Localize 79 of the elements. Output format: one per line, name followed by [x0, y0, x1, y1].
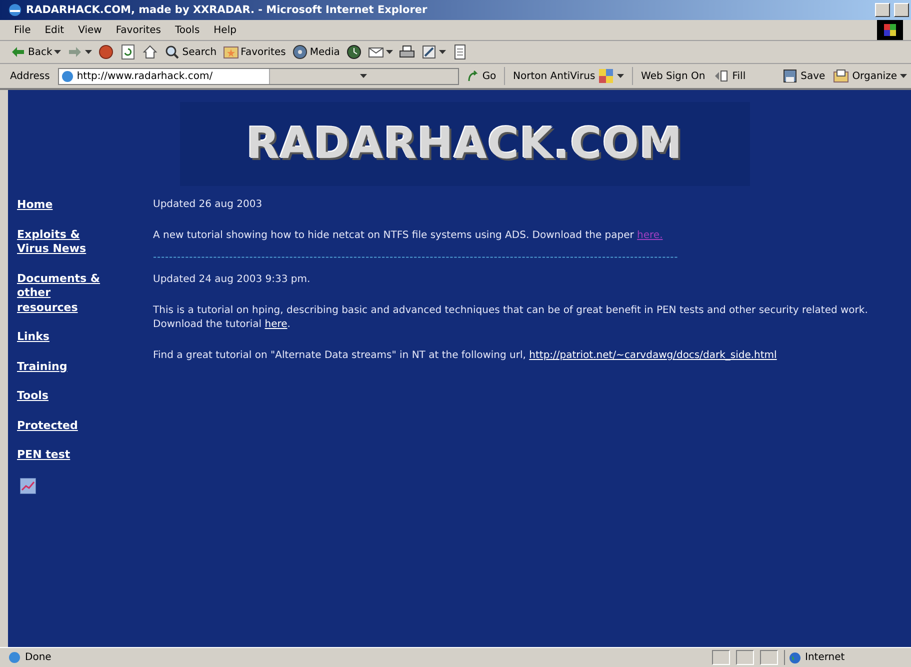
go-arrow-icon — [467, 70, 480, 82]
zone-label: Internet — [805, 652, 845, 663]
site-logo-text: RADARHACK.COM — [246, 119, 683, 169]
restore-button[interactable] — [894, 3, 909, 17]
chart-icon[interactable] — [20, 478, 36, 494]
favorites-button[interactable]: Favorites — [222, 44, 286, 60]
folder-icon — [833, 68, 850, 84]
page-icon — [60, 70, 74, 82]
status-pane — [760, 650, 778, 665]
nav-link[interactable]: Protected — [17, 418, 109, 433]
stop-button[interactable] — [98, 44, 114, 60]
star-folder-icon — [222, 44, 239, 60]
menu-item[interactable]: View — [78, 24, 102, 36]
nav-link[interactable]: Training — [17, 360, 109, 374]
window-title: RADARHACK.COM, made by XXRADAR. - Microsoft Internet Explorer — [26, 4, 428, 16]
caret-icon — [54, 50, 62, 54]
menu-item[interactable]: File — [14, 24, 31, 36]
menu-item[interactable]: Tools — [175, 24, 200, 36]
caret-icon — [360, 74, 368, 78]
page-icon — [8, 651, 21, 664]
floppy-icon — [782, 68, 798, 84]
refresh-icon — [120, 44, 136, 60]
dashed-divider: ----------------------------------------------------------------------------------------------------------------------------------- — [153, 254, 678, 262]
home-button[interactable] — [142, 44, 158, 60]
nav-link[interactable]: Documents & other resources — [17, 272, 109, 315]
organize-button[interactable]: Organize — [833, 68, 907, 84]
caret-icon — [617, 74, 624, 78]
stop-icon — [98, 44, 114, 60]
menu-item[interactable]: Help — [214, 24, 236, 36]
discuss-button[interactable] — [452, 44, 468, 60]
forward-button[interactable] — [67, 44, 92, 60]
caret-icon — [900, 74, 907, 78]
save-button[interactable]: Save — [782, 68, 826, 84]
windows-logo-icon — [877, 20, 903, 40]
caret-icon — [386, 50, 393, 54]
download-link[interactable]: http://patriot.net/~carvdawg/docs/dark_side.html — [529, 350, 777, 361]
news-paragraph: Find a great tutorial on "Alternate Data streams" in NT at the following url, http://patriot.net/~carvdawg/docs/dark_side.html — [153, 349, 778, 363]
norton-button[interactable]: Norton AntiVirus — [513, 68, 624, 84]
document-icon — [452, 44, 468, 60]
go-button[interactable]: Go — [467, 70, 496, 82]
update-date: Updated 26 aug 2003 — [153, 198, 264, 212]
news-paragraph: A new tutorial showing how to hide netcat on NTFS file systems using ADS. Download the paper here. — [153, 229, 664, 243]
history-button[interactable] — [346, 44, 362, 60]
print-button[interactable] — [398, 44, 415, 60]
shield-icon — [598, 68, 614, 84]
nav-link[interactable]: PEN test — [17, 448, 109, 462]
media-button[interactable]: Media — [292, 44, 340, 60]
update-date: Updated 24 aug 2003 9:33 pm. — [153, 273, 312, 287]
clock-icon — [346, 44, 362, 60]
menu-item[interactable]: Edit — [44, 24, 64, 36]
search-button[interactable]: Search — [164, 44, 217, 60]
nav-link[interactable]: Tools — [17, 389, 109, 404]
edit-icon — [420, 44, 437, 60]
nav-link[interactable]: Exploits & Virus News — [17, 228, 109, 256]
globe-icon — [789, 652, 801, 664]
caret-icon — [85, 50, 92, 54]
search-icon — [164, 44, 180, 60]
caret-icon — [438, 50, 446, 54]
address-field[interactable]: http://www.radarhack.com/ — [58, 68, 460, 84]
printer-icon — [398, 44, 415, 60]
status-pane — [712, 650, 730, 665]
address-label: Address — [10, 70, 50, 82]
fill-button[interactable]: Fill — [713, 68, 746, 84]
download-link[interactable]: here — [264, 319, 288, 330]
minimize-button[interactable] — [875, 3, 890, 17]
news-paragraph: This is a tutorial on hping, describing basic and advanced techniques that can be of great benefit in PEN tests and other security related work. Download the tutorial here. — [153, 304, 869, 332]
nav-link[interactable]: Links — [17, 330, 109, 344]
sign-on-link[interactable]: Web Sign On — [641, 70, 706, 82]
home-icon — [142, 44, 158, 60]
back-button[interactable]: Back — [10, 44, 62, 60]
form-fill-icon — [713, 68, 730, 84]
menu-item[interactable]: Favorites — [116, 24, 162, 36]
media-icon — [292, 44, 308, 60]
edit-button[interactable] — [420, 44, 446, 60]
forward-arrow-icon — [67, 44, 84, 60]
status-text: Done — [25, 652, 52, 663]
refresh-button[interactable] — [120, 44, 136, 60]
nav-link[interactable]: Home — [17, 198, 109, 212]
status-pane — [736, 650, 754, 665]
